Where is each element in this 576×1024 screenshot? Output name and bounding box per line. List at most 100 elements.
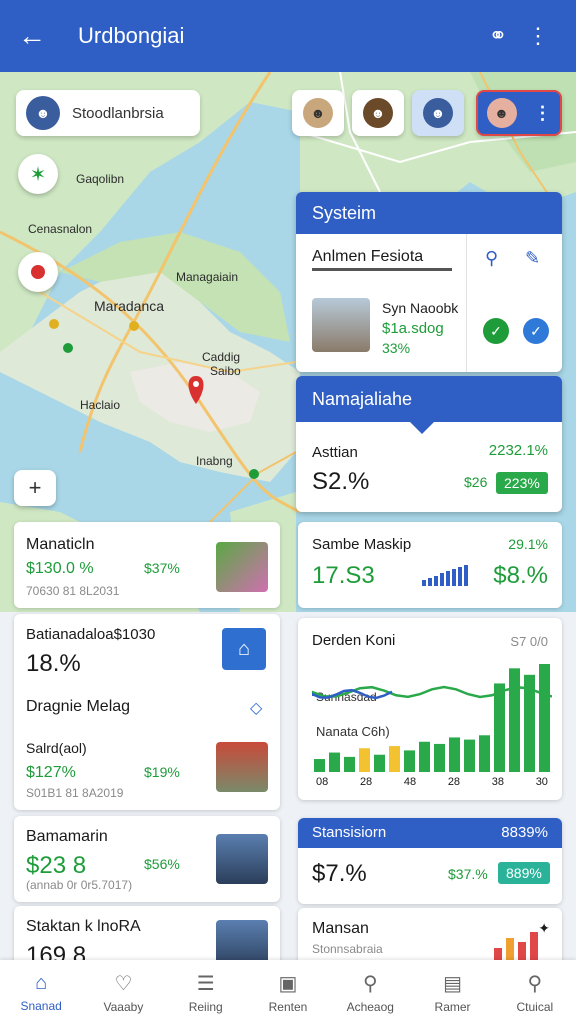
info-card[interactable]: Staktan k lnoRA 169 8 (14, 906, 280, 966)
x-tick: 08 (316, 776, 329, 788)
nav-item-explore[interactable]: ⚲ Ctuical (494, 960, 576, 1024)
chart-bar (419, 741, 430, 772)
bottom-nav: ⌂ Snanad ♡ Vaaaby ☰ Reiing ▣ Renten ⚲ Ac… (0, 960, 576, 1024)
market-value: S2.% (312, 468, 370, 495)
avatar-chip-3[interactable]: ☻ (412, 90, 464, 136)
chart-bar (344, 756, 355, 772)
sparkle-icon: ✦ (538, 920, 550, 936)
chart-trend-line-2 (312, 688, 393, 700)
record-button[interactable] (18, 252, 58, 292)
map-label: Inabng (196, 454, 233, 468)
location-search-pill[interactable]: ☻ Stoodlanbrsia (16, 90, 200, 136)
arrow-left-icon[interactable]: ← (18, 20, 58, 52)
card-title: Sambe Maskip (312, 536, 412, 553)
bar-chart (312, 664, 552, 772)
card-value: $23 8 (26, 852, 87, 879)
x-tick: 38 (491, 776, 504, 788)
chart-bar (404, 750, 415, 772)
more-vert-icon[interactable]: ⋮ (518, 23, 558, 49)
system-name: Anlmen Fesiota (312, 248, 424, 265)
card-side-value: $56% (144, 856, 180, 872)
card-pct: 29.1% (508, 536, 548, 552)
system-actions: ⚲ ✎ ✓ ✓ (466, 234, 562, 372)
market-label: Asttian (312, 444, 358, 461)
x-tick: 30 (535, 776, 548, 788)
system-item: Syn Naoobk (382, 300, 459, 316)
x-tick: 48 (403, 776, 417, 788)
card-title: Manaticln (26, 536, 95, 553)
divider (312, 268, 452, 271)
note-icon: ▤ (443, 972, 462, 995)
info-card[interactable]: Batianadaloa$1030 18.% ⌂ Dragnie Melag ◇… (14, 614, 280, 810)
avatar: ☻ (486, 98, 517, 128)
search-icon: ⚲ (362, 972, 378, 995)
nav-item-list[interactable]: ☰ Reiing (165, 960, 247, 1024)
nav-label: Ctuical (516, 999, 554, 1014)
nav-label: Renten (268, 999, 308, 1014)
diamond-icon[interactable]: ◇ (250, 698, 262, 718)
check-circle-icon[interactable]: ✓ (523, 318, 549, 344)
chart-bar (539, 664, 550, 772)
chart-bar (449, 737, 460, 772)
nav-label: Reiing (188, 999, 223, 1014)
system-card[interactable]: Systeim Anlmen Fesiota Syn Naoobk $1a.sd… (296, 192, 562, 372)
x-tick: 28 (447, 776, 461, 788)
map-label: Managaiain (176, 270, 239, 284)
card-side-value: $8.% (493, 562, 548, 589)
card-title: Mansan (312, 920, 369, 937)
nav-label: Snanad (20, 998, 62, 1013)
search-icon[interactable]: ⚲ (485, 248, 498, 269)
info-card[interactable]: Mansan Stonnsabraia ✦ (298, 908, 562, 966)
nav-item-notes[interactable]: ▤ Ramer (411, 960, 493, 1024)
x-tick: 28 (359, 776, 373, 788)
edit-icon[interactable]: ✎ (525, 248, 540, 269)
more-vert-icon[interactable]: ⋮ (534, 103, 552, 124)
nav-item-search[interactable]: ⚲ Acheaog (329, 960, 411, 1024)
card-label: Salrd(aol) (26, 740, 87, 756)
avatar: ☻ (363, 98, 393, 128)
market-card[interactable]: Namajaliahe Asttian S2.% 2232.1% $26 223… (296, 376, 562, 512)
chart-bar (359, 748, 370, 772)
chart-bar (389, 746, 400, 772)
card-title: Staktan k lnoRA (26, 918, 141, 935)
status-badge: 889% (498, 862, 550, 884)
card-value: 17.S3 (312, 562, 375, 589)
chart-card[interactable]: Derden Koni S7 0/0 Sunhasdad Nanata C6h)… (298, 618, 562, 800)
info-card[interactable]: Manaticln $130.0 % $37% 70630 81 8L2031 (14, 522, 280, 608)
card-caption: 70630 81 8L2031 (26, 584, 120, 598)
info-card[interactable]: Bamamarin $23 8 $56% (annab 0r 0r5.7017) (14, 816, 280, 902)
avatar: ☻ (26, 96, 60, 130)
chart-x-axis: 08 28 48 28 38 30 (316, 776, 548, 788)
system-value: $1a.sdog (382, 320, 444, 337)
info-card[interactable]: Sambe Maskip 17.S3 29.1% $8.% (298, 522, 562, 608)
check-icon[interactable]: ✓ (483, 318, 509, 344)
card-title: Batianadaloa$1030 (26, 626, 156, 643)
map-label: Cenasnalon (28, 222, 93, 236)
chart-bar (479, 735, 490, 772)
system-pct: 33% (382, 340, 411, 356)
search-ring-icon[interactable]: ⚭ (478, 23, 518, 49)
chart-bar (464, 739, 475, 772)
stats-title: Stansisiorn (312, 824, 387, 841)
home-icon: ⌂ (35, 971, 48, 994)
avatar: ☻ (423, 98, 453, 128)
list-icon: ☰ (196, 972, 215, 995)
route-icon[interactable]: ✶ (18, 154, 58, 194)
map-label: Maradanca (94, 298, 165, 314)
avatar-chip-selected[interactable]: ☻ ⋮ (476, 90, 562, 136)
avatar-chip-2[interactable]: ☻ (352, 90, 404, 136)
stats-card[interactable]: Stansisiorn 8839% $7.% $37.% 889% (298, 818, 562, 904)
chart-bar (494, 683, 505, 772)
map-label: Haclaio (80, 398, 121, 412)
chart-corner-label: S7 0/0 (510, 634, 548, 649)
nav-item-box[interactable]: ▣ Renten (247, 960, 329, 1024)
nav-item-home[interactable]: ⌂ Snanad (0, 960, 82, 1024)
nav-item-favorites[interactable]: ♡ Vaaaby (82, 960, 164, 1024)
card-caption: (annab 0r 0r5.7017) (26, 878, 133, 892)
market-pct: 2232.1% (488, 442, 548, 459)
bank-icon: ⌂ (222, 628, 266, 670)
card-subtitle: Stonnsabraia (312, 942, 383, 956)
avatar-chip-1[interactable]: ☻ (292, 90, 344, 136)
chart-bar (434, 743, 445, 772)
add-button[interactable]: + (14, 470, 56, 506)
